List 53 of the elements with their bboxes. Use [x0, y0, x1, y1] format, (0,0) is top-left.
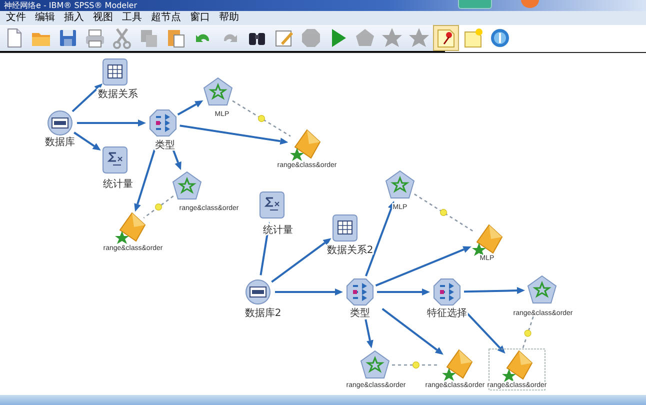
menu-item[interactable]: 工具 — [118, 11, 146, 25]
statistics-node-icon[interactable] — [102, 146, 128, 174]
pin-note-icon[interactable] — [433, 25, 459, 51]
model-node-icon[interactable] — [203, 77, 233, 106]
model-nugget-icon[interactable] — [472, 224, 503, 256]
node-label: 类型 — [350, 308, 370, 319]
model-node-icon[interactable] — [172, 171, 202, 200]
statistics-node-icon[interactable] — [260, 192, 284, 218]
flow-arrow — [77, 120, 146, 126]
model-link — [522, 316, 534, 350]
node-label: 类型 — [155, 140, 175, 151]
menu-item[interactable]: 超节点 — [147, 11, 185, 25]
model-link — [414, 194, 473, 232]
menu-item[interactable]: 文件 — [2, 11, 30, 25]
window-title: 神经网络e - IBM® SPSS® Modeler — [3, 0, 138, 11]
flow-arrow — [177, 100, 204, 116]
menu-item[interactable]: 窗口 — [186, 11, 214, 25]
node-label: 数据库 — [45, 137, 75, 148]
model-nugget-icon[interactable] — [442, 349, 473, 381]
menu-item[interactable]: 帮助 — [215, 11, 243, 25]
model-nugget-icon[interactable] — [290, 129, 321, 161]
model-link — [392, 362, 440, 368]
horizontal-scrollbar[interactable] — [0, 395, 646, 405]
menu-item[interactable]: 视图 — [89, 11, 117, 25]
model-link — [232, 100, 291, 137]
data-source-node-icon[interactable] — [246, 280, 270, 304]
flow-arrow — [377, 288, 430, 296]
model-node-icon[interactable] — [360, 350, 390, 378]
model-node-icon[interactable] — [385, 170, 415, 198]
model-nugget-icon[interactable] — [115, 212, 146, 244]
flow-arrow — [172, 148, 182, 170]
type-node-icon[interactable] — [434, 278, 460, 306]
flow-arrow — [134, 149, 156, 212]
node-label: 特征选择 — [427, 308, 467, 319]
model-link — [143, 196, 174, 218]
type-node-icon[interactable] — [346, 278, 374, 306]
flow-arrow — [275, 288, 343, 296]
flow-arrow — [74, 132, 101, 150]
menu-item[interactable]: 编辑 — [31, 11, 59, 25]
model-node-icon[interactable] — [527, 275, 557, 304]
data-source-node-icon[interactable] — [48, 110, 72, 136]
flow-arrow — [364, 319, 374, 348]
type-node-icon[interactable] — [150, 110, 176, 136]
flow-arrow — [466, 312, 506, 354]
node-label: 数据库2 — [244, 308, 282, 319]
menu-item[interactable]: 插入 — [60, 11, 88, 25]
model-nugget-icon[interactable] — [502, 350, 533, 382]
node-label: 数据关系 — [98, 89, 138, 100]
table-node-icon[interactable] — [332, 214, 358, 242]
node-label: 数据关系2 — [326, 245, 374, 256]
table-node-icon[interactable] — [102, 58, 128, 86]
node-label: 统计量 — [103, 179, 133, 190]
status-badge — [458, 0, 492, 9]
